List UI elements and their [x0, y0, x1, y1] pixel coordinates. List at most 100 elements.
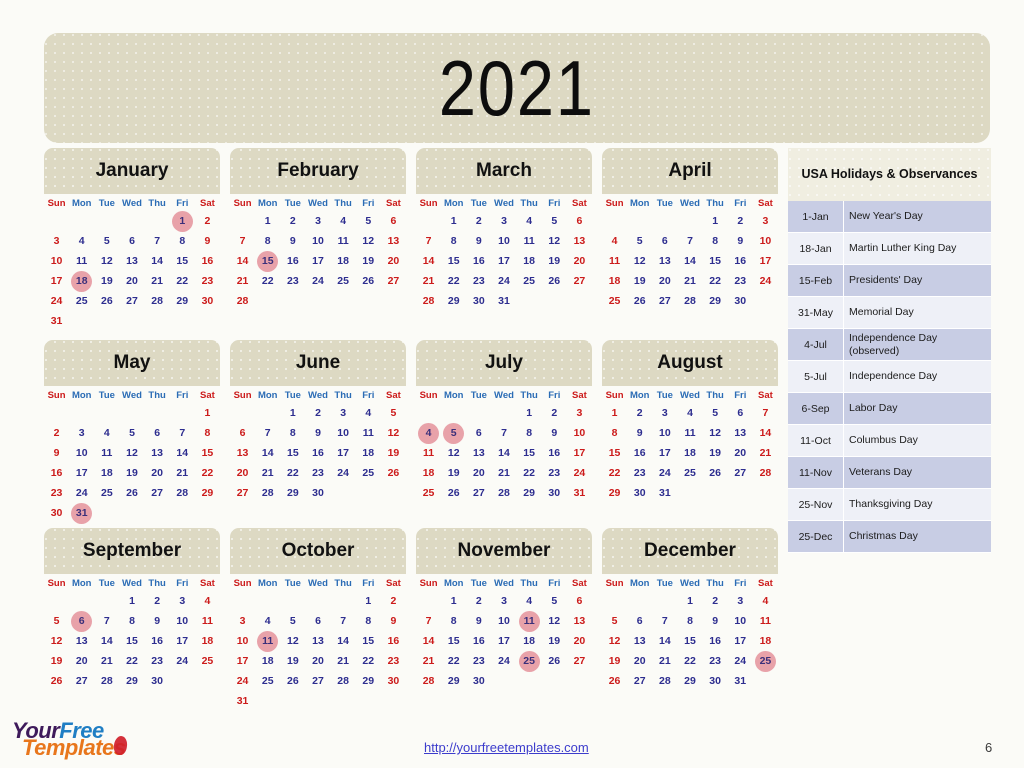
day-cell: 17 — [230, 651, 255, 671]
day-number: 13 — [126, 255, 138, 267]
day-number: 6 — [129, 235, 135, 247]
day-number: 23 — [201, 275, 214, 287]
day-number: 24 — [337, 467, 349, 479]
month-days-body: 1 2 3 4 5 6 7 8 9 10 11 12 13 14 15 16 17 18 19 20 21 22 23 24 2… — [416, 211, 592, 311]
month-block-june: June Sun Mon Tue Wed Thu Fri Sat 1 2 3 4 5 6 7 8 9 10 11 12… — [230, 340, 406, 526]
weekday-header-sat: Sat — [200, 578, 215, 589]
day-cell: 20 — [305, 651, 330, 671]
day-number: 26 — [50, 675, 63, 687]
day-number: 11 — [684, 427, 696, 439]
day-number: 24 — [498, 275, 510, 287]
day-cell-empty — [280, 591, 305, 611]
day-cell-empty — [753, 483, 778, 503]
day-cell: 9 — [466, 231, 491, 251]
month-block-december: December Sun Mon Tue Wed Thu Fri Sat 1 2 3 4 5 6 7 8 9 10… — [602, 528, 778, 714]
weekday-header-mon: Mon — [71, 578, 92, 589]
day-cell: 5 — [602, 611, 627, 631]
day-cell: 30 — [44, 503, 69, 523]
day-cell: 7 — [652, 611, 677, 631]
day-cell: 9 — [703, 611, 728, 631]
day-number: 24 — [75, 487, 88, 499]
weekday-header-row: Sun Mon Tue Wed Thu Fri Sat — [602, 576, 778, 591]
day-number: 21 — [337, 655, 349, 667]
day-cell-empty — [381, 291, 406, 311]
day-number: 6 — [475, 427, 482, 439]
day-number: 4 — [687, 407, 693, 419]
day-cell-holiday: 25 — [517, 650, 542, 672]
day-number: 16 — [709, 635, 721, 647]
day-number: 16 — [287, 255, 299, 267]
months-grid: January Sun Mon Tue Wed Thu Fri Sat 1 2 3 4 5 6 7 8 9 10 1… — [44, 148, 782, 720]
day-number: 20 — [573, 255, 586, 267]
week-row: 28 29 30 — [416, 671, 592, 691]
day-number: 28 — [261, 487, 274, 499]
day-cell-empty — [753, 291, 778, 311]
day-cell: 10 — [753, 231, 778, 251]
day-number: 23 — [151, 655, 163, 667]
day-cell: 31 — [44, 311, 69, 331]
day-cell: 15 — [119, 631, 144, 651]
weekday-header-sun: Sun — [419, 390, 438, 401]
day-cell: 3 — [652, 403, 677, 423]
day-cell: 9 — [627, 423, 652, 443]
day-number: 2 — [390, 595, 397, 607]
day-cell: 13 — [652, 251, 677, 271]
day-cell-empty — [230, 211, 255, 231]
weekday-header-row: Sun Mon Tue Wed Thu Fri Sat — [230, 388, 406, 403]
day-cell: 13 — [728, 423, 753, 443]
day-number: 16 — [473, 255, 485, 267]
day-cell: 27 — [567, 651, 592, 671]
holiday-row: 11-Oct Columbus Day — [788, 425, 991, 457]
day-cell: 7 — [145, 231, 170, 251]
day-cell: 25 — [255, 671, 280, 691]
weekday-header-mon: Mon — [257, 390, 278, 401]
month-header-may: May — [44, 340, 220, 386]
day-cell-empty — [627, 591, 652, 611]
day-number: 23 — [633, 467, 646, 479]
day-cell-holiday: 11 — [517, 610, 542, 632]
day-cell: 9 — [728, 231, 753, 251]
day-cell: 2 — [195, 211, 220, 231]
day-cell: 15 — [703, 251, 728, 271]
day-cell: 26 — [627, 291, 652, 311]
day-number: 14 — [759, 427, 772, 439]
month-name: July — [484, 352, 524, 373]
holidays-heading: USA Holidays & Observances — [788, 148, 991, 201]
day-number: 26 — [447, 487, 460, 499]
day-cell-empty — [677, 211, 702, 231]
day-cell: 1 — [602, 403, 627, 423]
month-block-july: July Sun Mon Tue Wed Thu Fri Sat 1 2 3 4 5 6 7 8 9 10 11 12… — [416, 340, 592, 526]
day-number: 3 — [762, 215, 769, 227]
day-number: 24 — [759, 275, 772, 287]
day-cell: 5 — [44, 611, 69, 631]
day-cell: 17 — [491, 631, 516, 651]
day-cell: 4 — [331, 211, 356, 231]
day-number: 30 — [633, 487, 646, 499]
weekday-header-sat: Sat — [572, 390, 587, 401]
holiday-date: 31-May — [788, 297, 844, 329]
day-number: 3 — [239, 615, 246, 627]
day-number: 28 — [422, 295, 435, 307]
day-cell: 6 — [728, 403, 753, 423]
day-cell-empty — [94, 311, 119, 331]
day-number: 22 — [201, 467, 214, 479]
day-number: 8 — [450, 615, 457, 627]
weekday-header-sun: Sun — [419, 198, 438, 209]
day-number: 27 — [473, 487, 485, 499]
day-number: 2 — [712, 595, 719, 607]
day-cell: 22 — [441, 271, 466, 291]
day-cell: 11 — [94, 443, 119, 463]
day-number: 16 — [387, 635, 400, 647]
month-days-body: 1 2 3 4 5 6 7 8 9 10 11 12 13 14 15 16 17 18 19 20 21 22 23 24 2… — [44, 403, 220, 524]
footer-url-link[interactable]: http://yourfreetemplates.com — [424, 740, 589, 755]
day-cell: 27 — [119, 291, 144, 311]
week-row: 7 8 9 10 11 12 13 — [416, 610, 592, 632]
day-cell: 26 — [119, 483, 144, 503]
month-block-april: April Sun Mon Tue Wed Thu Fri Sat 1 2 3 4 5 6 7 8 9 10 11 1… — [602, 148, 778, 334]
day-cell: 8 — [119, 611, 144, 631]
weekday-header-row: Sun Mon Tue Wed Thu Fri Sat — [416, 196, 592, 211]
day-cell: 13 — [145, 443, 170, 463]
day-cell: 14 — [416, 631, 441, 651]
day-number: 27 — [312, 675, 324, 687]
day-number: 15 — [287, 447, 299, 459]
